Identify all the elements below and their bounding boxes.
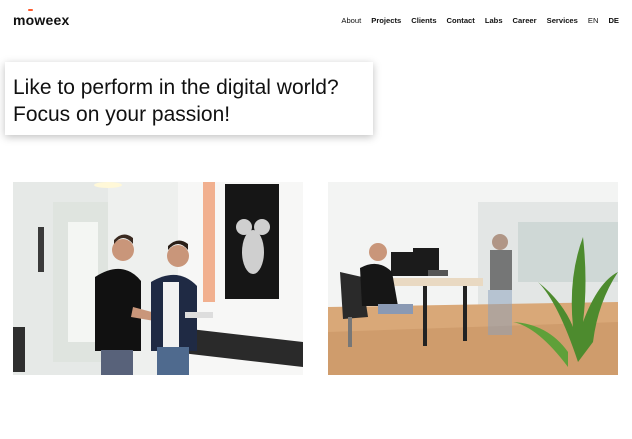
hero-card: Like to perform in the digital world? Fo… <box>5 62 373 135</box>
hero-line-1: Like to perform in the digital world? <box>13 76 339 99</box>
office-photo-reception <box>13 182 303 375</box>
office-photo-workspace <box>328 182 618 375</box>
nav-projects[interactable]: Projects <box>371 16 401 25</box>
logo-text-rest: weex <box>34 12 70 28</box>
workspace-illustration <box>328 182 618 375</box>
main-nav: About Projects Clients Contact Labs Care… <box>331 16 619 25</box>
lang-de[interactable]: DE <box>608 16 619 25</box>
nav-contact[interactable]: Contact <box>447 16 475 25</box>
lang-en[interactable]: EN <box>588 16 599 25</box>
nav-services[interactable]: Services <box>547 16 578 25</box>
nav-clients[interactable]: Clients <box>411 16 436 25</box>
nav-career[interactable]: Career <box>513 16 537 25</box>
logo-accent-o: o <box>25 9 35 28</box>
nav-about[interactable]: About <box>341 16 361 25</box>
logo[interactable]: moweex <box>13 9 70 28</box>
logo-text-m: m <box>13 12 26 28</box>
reception-illustration <box>13 182 303 375</box>
nav-labs[interactable]: Labs <box>485 16 503 25</box>
hero-line-2: Focus on your passion! <box>13 103 231 126</box>
